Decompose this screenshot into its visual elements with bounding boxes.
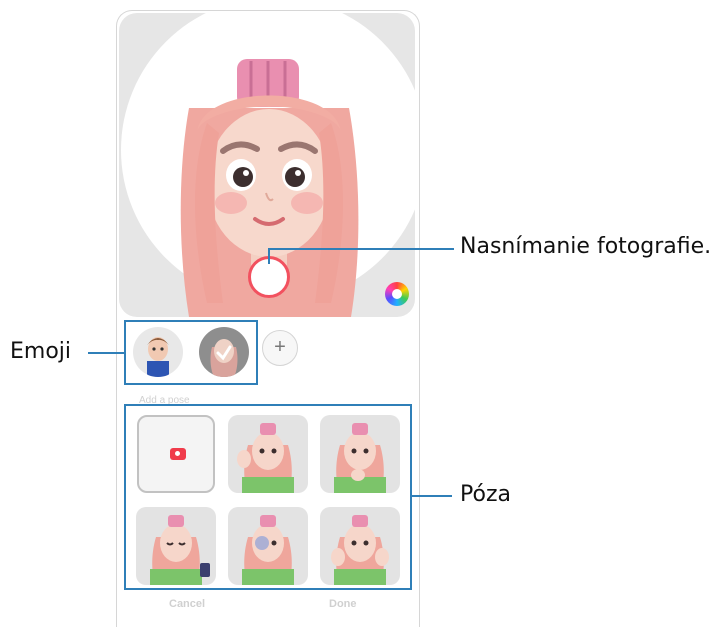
pose-leader-line	[412, 495, 452, 497]
pose-callout: Póza	[460, 482, 511, 507]
capture-leader-tick	[268, 248, 270, 264]
capture-leader-line	[268, 248, 454, 250]
capture-callout: Nasnímanie fotografie.	[460, 234, 712, 259]
emoji-highlight-frame	[124, 320, 258, 385]
emoji-callout: Emoji	[10, 339, 72, 364]
pose-highlight-frame	[124, 404, 412, 590]
face	[207, 109, 331, 257]
add-emoji-button[interactable]: +	[262, 330, 298, 366]
avatar-preview	[119, 13, 415, 317]
cancel-button[interactable]: Cancel	[169, 598, 205, 610]
emoji-leader-line	[88, 352, 124, 354]
color-palette-icon[interactable]	[385, 282, 409, 306]
done-button[interactable]: Done	[329, 598, 357, 610]
